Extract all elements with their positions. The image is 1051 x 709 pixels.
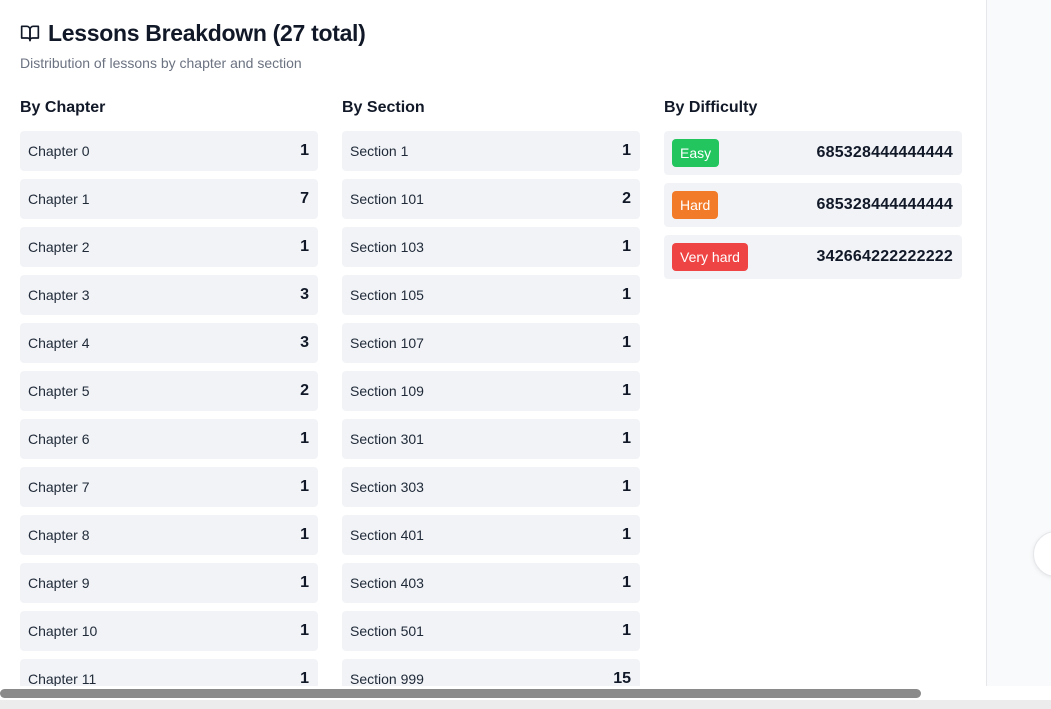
section-count: 1 [622,142,631,159]
chapter-label: Chapter 11 [28,671,97,686]
section-label: Section 107 [350,335,424,351]
chapter-label: Chapter 8 [28,527,90,543]
section-row: Section 105 1 [342,275,640,315]
section-label: Section 301 [350,431,424,447]
section-label: Section 109 [350,383,424,399]
section-count: 1 [622,526,631,543]
scrollbar-track [0,700,1051,709]
chapter-label: Chapter 3 [28,287,90,303]
chapter-count: 1 [300,670,309,686]
section-count: 1 [622,382,631,399]
section-row: Section 103 1 [342,227,640,267]
by-difficulty-heading: By Difficulty [664,99,758,116]
section-label: Section 403 [350,575,424,591]
page-title: Lessons Breakdown (27 total) [48,19,366,46]
chapter-count: 1 [300,478,309,495]
section-row: Section 401 1 [342,515,640,555]
chapter-row: Chapter 7 1 [20,467,318,507]
title-row: Lessons Breakdown (27 total) [20,18,366,48]
chapter-row: Chapter 9 1 [20,563,318,603]
by-chapter-column: By Chapter Chapter 0 1 Chapter 1 7 Chapter… [20,97,318,686]
section-count: 1 [622,286,631,303]
chapter-row: Chapter 4 3 [20,323,318,363]
chapter-label: Chapter 7 [28,479,90,495]
page-subtitle: Distribution of lessons by chapter and s… [20,55,302,71]
section-row: Section 107 1 [342,323,640,363]
section-label: Section 401 [350,527,424,543]
section-row: Section 301 1 [342,419,640,459]
section-count: 1 [622,622,631,639]
page-header: Lessons Breakdown (27 total) Distributio… [20,18,366,72]
section-label: Section 103 [350,239,424,255]
section-label: Section 101 [350,191,424,207]
section-count: 1 [622,238,631,255]
section-label: Section 501 [350,623,424,639]
section-row: Section 109 1 [342,371,640,411]
section-row: Section 101 2 [342,179,640,219]
chapter-count: 1 [300,526,309,543]
section-count: 1 [622,574,631,591]
by-difficulty-column: By Difficulty Easy 685328444444444 Hard … [664,97,962,287]
section-row: Section 501 1 [342,611,640,651]
section-label: Section 1 [350,143,409,159]
difficulty-row: Hard 685328444444444 [664,183,962,227]
chapter-row: Chapter 2 1 [20,227,318,267]
chapter-count: 1 [300,622,309,639]
right-side-panel [986,0,1051,686]
chapter-label: Chapter 4 [28,335,90,351]
section-count: 1 [622,430,631,447]
section-count: 2 [622,190,631,207]
main-panel: Lessons Breakdown (27 total) Distributio… [0,0,986,686]
section-row: Section 999 15 [342,659,640,686]
chapter-label: Chapter 2 [28,239,90,255]
difficulty-badge-hard: Hard [672,191,719,219]
difficulty-row: Easy 685328444444444 [664,131,962,175]
chapter-count: 3 [300,334,309,351]
book-open-icon [20,23,40,43]
by-section-heading: By Section [342,99,425,116]
section-label: Section 303 [350,479,424,495]
section-count: 1 [622,334,631,351]
chapter-row: Chapter 10 1 [20,611,318,651]
section-count: 15 [613,670,631,686]
difficulty-row: Very hard 342664222222222 [664,235,962,279]
chapter-row: Chapter 5 2 [20,371,318,411]
difficulty-value: 342664222222222 [816,248,953,265]
section-row: Section 1 1 [342,131,640,171]
chapter-row: Chapter 11 1 [20,659,318,686]
difficulty-badge-easy: Easy [672,139,720,167]
chapter-row: Chapter 3 3 [20,275,318,315]
chapter-count: 7 [300,190,309,207]
section-label: Section 999 [350,671,424,686]
chapter-row: Chapter 6 1 [20,419,318,459]
section-count: 1 [622,478,631,495]
difficulty-badge-very-hard: Very hard [672,243,748,271]
chapter-label: Chapter 5 [28,383,90,399]
chapter-label: Chapter 1 [28,191,90,207]
section-row: Section 303 1 [342,467,640,507]
chapter-count: 1 [300,430,309,447]
chapter-count: 1 [300,142,309,159]
by-chapter-heading: By Chapter [20,99,106,116]
chapter-row: Chapter 8 1 [20,515,318,555]
by-section-column: By Section Section 1 1 Section 101 2 Secti… [342,97,640,686]
section-row: Section 403 1 [342,563,640,603]
section-label: Section 105 [350,287,424,303]
chapter-label: Chapter 0 [28,143,90,159]
chapter-count: 1 [300,574,309,591]
chapter-label: Chapter 9 [28,575,90,591]
difficulty-value: 685328444444444 [816,144,953,161]
chapter-label: Chapter 6 [28,431,90,447]
chapter-row: Chapter 0 1 [20,131,318,171]
difficulty-value: 685328444444444 [816,196,953,213]
chapter-count: 3 [300,286,309,303]
chapter-count: 2 [300,382,309,399]
scrollbar-thumb[interactable] [0,689,921,698]
chapter-count: 1 [300,238,309,255]
chapter-label: Chapter 10 [28,623,98,639]
chapter-row: Chapter 1 7 [20,179,318,219]
